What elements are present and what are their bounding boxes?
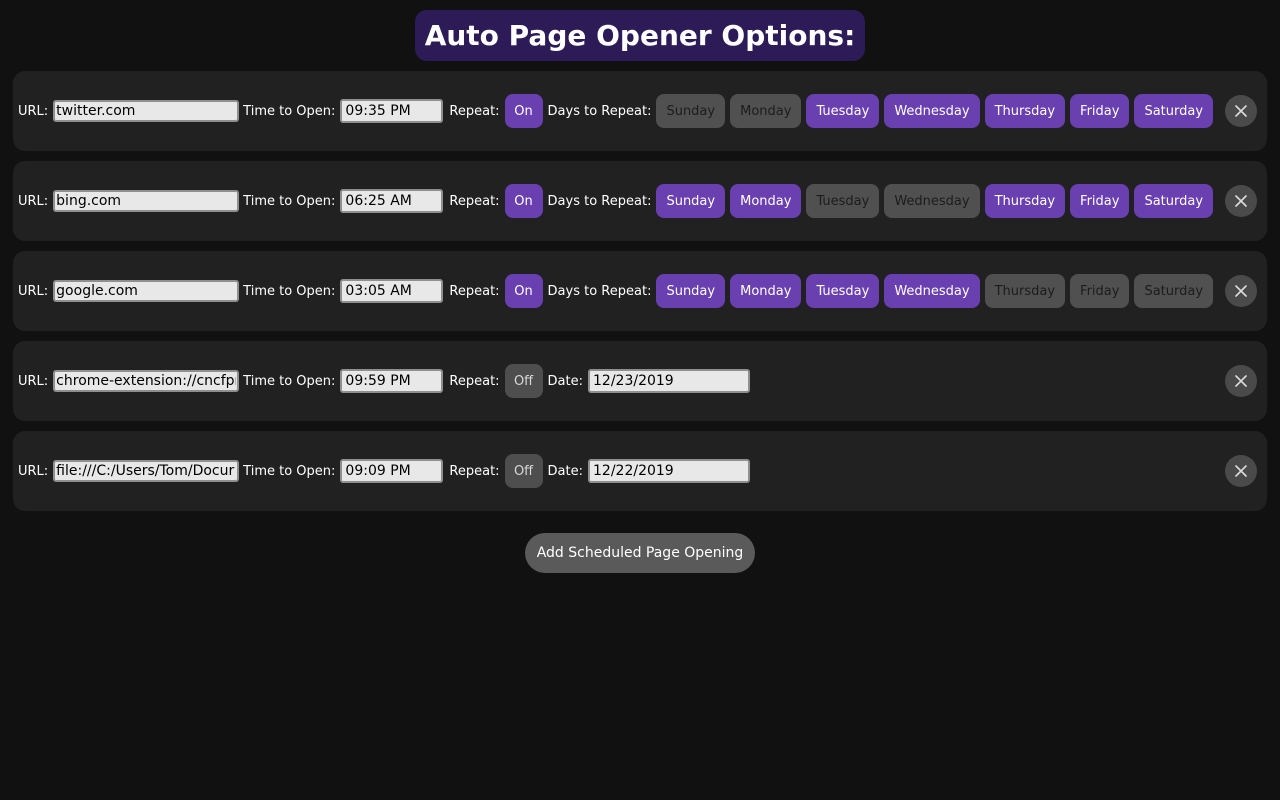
time-input[interactable] — [340, 369, 444, 393]
schedule-row-fields: URL: Time to Open: Repeat:OnDays to Repeat… — [18, 71, 1267, 151]
day-toggle-tuesday[interactable]: Tuesday — [806, 184, 880, 218]
url-label: URL: — [18, 463, 49, 479]
day-toggle-tuesday[interactable]: Tuesday — [806, 274, 880, 308]
time-input[interactable] — [340, 279, 444, 303]
day-toggle-monday[interactable]: Monday — [730, 94, 802, 128]
day-toggle-thursday[interactable]: Thursday — [984, 94, 1066, 128]
schedule-row: URL: Time to Open: Repeat:OffDate: — [13, 431, 1267, 511]
time-input[interactable] — [340, 99, 444, 123]
day-toggle-sunday[interactable]: Sunday — [656, 94, 726, 128]
time-to-open-label: Time to Open: — [243, 103, 336, 119]
repeat-toggle[interactable]: Off — [504, 454, 543, 488]
remove-row-button[interactable] — [1225, 365, 1257, 397]
add-scheduled-page-button[interactable]: Add Scheduled Page Opening — [524, 533, 756, 573]
repeat-toggle[interactable]: On — [504, 94, 543, 128]
day-toggle-friday[interactable]: Friday — [1070, 274, 1130, 308]
schedule-row-fields: URL: Time to Open: Repeat:OffDate: — [18, 341, 1267, 421]
repeat-label: Repeat: — [449, 373, 500, 389]
url-label: URL: — [18, 373, 49, 389]
repeat-label: Repeat: — [449, 463, 500, 479]
page-title: Auto Page Opener Options: — [414, 10, 866, 61]
remove-row-button[interactable] — [1225, 275, 1257, 307]
day-toggle-monday[interactable]: Monday — [730, 184, 802, 218]
schedule-row: URL: Time to Open: Repeat:OnDays to Repeat… — [13, 71, 1267, 151]
date-input[interactable] — [588, 369, 750, 393]
day-toggle-saturday[interactable]: Saturday — [1134, 94, 1214, 128]
day-toggle-thursday[interactable]: Thursday — [984, 274, 1066, 308]
days-to-repeat-label: Days to Repeat: — [547, 103, 652, 119]
day-toggle-thursday[interactable]: Thursday — [984, 184, 1066, 218]
close-icon — [1235, 195, 1247, 207]
day-toggle-saturday[interactable]: Saturday — [1134, 184, 1214, 218]
repeat-label: Repeat: — [449, 283, 500, 299]
schedule-row: URL: Time to Open: Repeat:OnDays to Repeat… — [13, 251, 1267, 331]
date-label: Date: — [547, 373, 583, 389]
remove-row-button[interactable] — [1225, 455, 1257, 487]
day-toggle-tuesday[interactable]: Tuesday — [806, 94, 880, 128]
day-toggle-wednesday[interactable]: Wednesday — [884, 184, 980, 218]
url-label: URL: — [18, 193, 49, 209]
repeat-toggle[interactable]: Off — [504, 364, 543, 398]
repeat-toggle[interactable]: On — [504, 274, 543, 308]
schedule-row-fields: URL: Time to Open: Repeat:OnDays to Repeat… — [18, 161, 1267, 241]
date-input[interactable] — [588, 459, 750, 483]
day-toggle-sunday[interactable]: Sunday — [656, 184, 726, 218]
schedule-row: URL: Time to Open: Repeat:OnDays to Repeat… — [13, 161, 1267, 241]
url-input[interactable] — [53, 460, 240, 482]
day-toggle-saturday[interactable]: Saturday — [1134, 274, 1214, 308]
remove-row-button[interactable] — [1225, 185, 1257, 217]
date-label: Date: — [547, 463, 583, 479]
day-toggle-monday[interactable]: Monday — [730, 274, 802, 308]
url-label: URL: — [18, 103, 49, 119]
schedule-row: URL: Time to Open: Repeat:OffDate: — [13, 341, 1267, 421]
time-input[interactable] — [340, 459, 444, 483]
url-input[interactable] — [53, 280, 240, 302]
repeat-label: Repeat: — [449, 193, 500, 209]
day-toggle-friday[interactable]: Friday — [1070, 94, 1130, 128]
time-to-open-label: Time to Open: — [243, 193, 336, 209]
close-icon — [1235, 285, 1247, 297]
days-to-repeat-label: Days to Repeat: — [547, 193, 652, 209]
repeat-label: Repeat: — [449, 103, 500, 119]
time-input[interactable] — [340, 189, 444, 213]
close-icon — [1235, 465, 1247, 477]
close-icon — [1235, 105, 1247, 117]
day-toggle-friday[interactable]: Friday — [1070, 184, 1130, 218]
schedule-row-fields: URL: Time to Open: Repeat:OnDays to Repeat… — [18, 251, 1267, 331]
day-toggle-wednesday[interactable]: Wednesday — [884, 94, 980, 128]
days-to-repeat-label: Days to Repeat: — [547, 283, 652, 299]
url-input[interactable] — [53, 370, 240, 392]
close-icon — [1235, 375, 1247, 387]
url-input[interactable] — [53, 190, 240, 212]
remove-row-button[interactable] — [1225, 95, 1257, 127]
time-to-open-label: Time to Open: — [243, 463, 336, 479]
day-toggle-sunday[interactable]: Sunday — [656, 274, 726, 308]
time-to-open-label: Time to Open: — [243, 283, 336, 299]
day-toggle-wednesday[interactable]: Wednesday — [884, 274, 980, 308]
url-label: URL: — [18, 283, 49, 299]
time-to-open-label: Time to Open: — [243, 373, 336, 389]
repeat-toggle[interactable]: On — [504, 184, 543, 218]
schedule-row-fields: URL: Time to Open: Repeat:OffDate: — [18, 431, 1267, 511]
url-input[interactable] — [53, 100, 240, 122]
